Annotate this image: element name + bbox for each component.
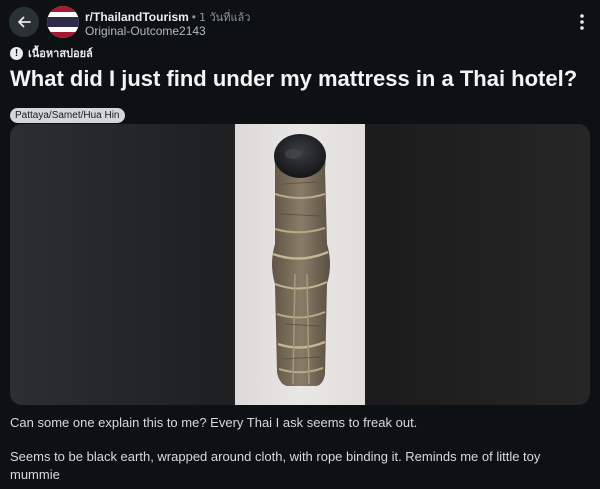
post-title[interactable]: What did I just find under my mattress i… — [10, 65, 595, 93]
post-time: 1 วันที่แล้ว — [199, 11, 251, 24]
wrapped-figure-image — [272, 134, 330, 386]
post-photo — [235, 124, 365, 405]
post-image-container[interactable] — [10, 124, 590, 405]
subreddit-avatar[interactable] — [47, 6, 79, 38]
subreddit-name[interactable]: r/ThailandTourism — [85, 10, 189, 24]
post-body-paragraph: Can some one explain this to me? Every T… — [10, 415, 418, 430]
more-options-button[interactable] — [573, 12, 591, 32]
post-header: r/ThailandTourism • 1 วันที่แล้ว Original-… — [0, 0, 600, 44]
author-name[interactable]: Original-Outcome2143 — [85, 24, 206, 38]
post-body-paragraph: Seems to be black earth, wrapped around … — [10, 449, 541, 482]
spoiler-label: เนื้อหาสปอยล์ — [28, 47, 93, 60]
back-button[interactable] — [9, 7, 39, 37]
more-vertical-icon — [580, 14, 584, 30]
spoiler-tag: ! เนื้อหาสปอยล์ — [10, 44, 93, 62]
exclamation-circle-icon: ! — [10, 46, 23, 60]
arrow-left-icon — [18, 16, 31, 28]
post-flair[interactable]: Pattaya/Samet/Hua Hin — [10, 108, 125, 123]
thai-flag-avatar — [47, 6, 79, 38]
meta-separator: • — [191, 10, 196, 24]
